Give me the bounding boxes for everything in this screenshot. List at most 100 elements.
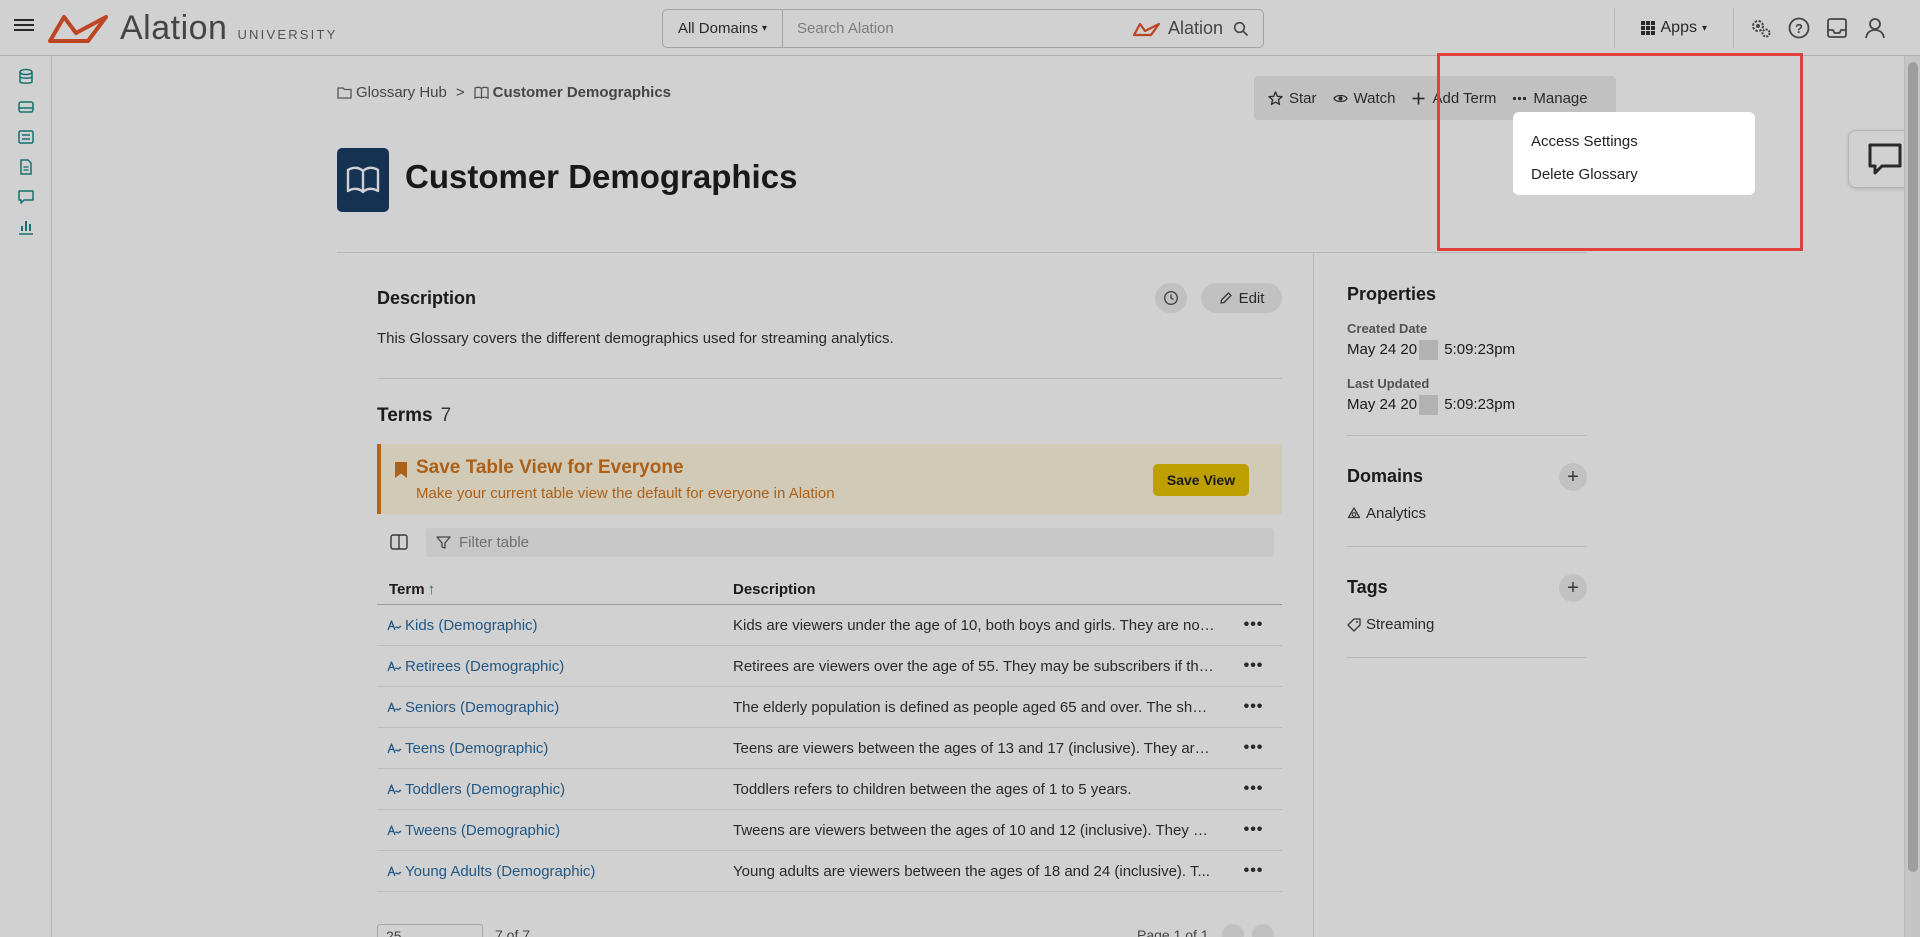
user-icon	[1865, 18, 1885, 39]
admin-settings-button[interactable]	[1742, 0, 1780, 56]
filter-table-input[interactable]	[459, 534, 1274, 551]
user-profile-button[interactable]	[1856, 0, 1894, 56]
table-row: Retirees (Demographic) Retirees are viewe…	[377, 646, 1282, 687]
star-button[interactable]: Star	[1268, 90, 1317, 107]
eye-icon	[1332, 94, 1348, 102]
column-header-term[interactable]: Term ↑	[377, 581, 733, 598]
open-book-icon	[346, 166, 380, 194]
table-row: Seniors (Demographic) The elderly populat…	[377, 687, 1282, 728]
tag-item[interactable]: Streaming	[1347, 616, 1587, 633]
search-input[interactable]	[783, 10, 1133, 47]
divider	[337, 252, 1587, 253]
rail-item-documents[interactable]	[0, 152, 52, 182]
term-link[interactable]: Toddlers (Demographic)	[377, 781, 733, 798]
term-icon	[387, 619, 402, 630]
domain-select-label: All Domains	[677, 20, 758, 37]
chat-bubble-icon	[18, 190, 34, 204]
divider	[1347, 546, 1587, 547]
more-horizontal-icon: •••	[1243, 862, 1264, 879]
term-description: Toddlers refers to children between the …	[733, 780, 1132, 798]
row-more-actions-button[interactable]: •••	[1225, 862, 1282, 880]
domain-label: Analytics	[1366, 505, 1427, 522]
search-brand: Alation	[1132, 18, 1223, 39]
created-date-suffix: 5:09:23pm	[1440, 340, 1516, 358]
domain-item[interactable]: Analytics	[1347, 505, 1587, 522]
top-navigation-bar: Alation UNIVERSITY All Domains ▾ Alation…	[0, 0, 1920, 56]
rail-item-conversations[interactable]	[0, 182, 52, 212]
row-more-actions-button[interactable]: •••	[1225, 616, 1282, 634]
brand-subtitle: UNIVERSITY	[237, 26, 338, 42]
column-settings-button[interactable]	[383, 528, 415, 556]
bar-chart-icon	[19, 221, 33, 235]
help-button[interactable]: ?	[1780, 0, 1818, 56]
page-indicator: Page 1 of 1	[1137, 927, 1209, 937]
terms-count: 7	[440, 405, 452, 426]
term-link[interactable]: Seniors (Demographic)	[377, 699, 733, 716]
term-description: Teens are viewers between the ages of 13…	[733, 739, 1225, 757]
edit-description-button[interactable]: Edit	[1201, 283, 1282, 313]
svg-text:?: ?	[1795, 21, 1803, 36]
row-more-actions-button[interactable]: •••	[1225, 780, 1282, 798]
tag-icon	[1347, 617, 1361, 632]
next-page-button[interactable]	[1252, 924, 1274, 937]
apps-menu-button[interactable]: Apps ▾	[1615, 19, 1734, 37]
term-link[interactable]: Kids (Demographic)	[377, 617, 733, 634]
add-tag-button[interactable]: +	[1559, 574, 1587, 602]
domains-header: Domains +	[1347, 463, 1587, 491]
alation-logo[interactable]: Alation UNIVERSITY	[48, 8, 337, 48]
created-date-prefix: May 24 20	[1347, 340, 1418, 358]
term-link[interactable]: Tweens (Demographic)	[377, 822, 733, 839]
more-horizontal-icon: •••	[1243, 780, 1264, 797]
domain-select[interactable]: All Domains ▾	[663, 10, 783, 47]
save-view-button[interactable]: Save View	[1153, 464, 1249, 496]
row-more-actions-button[interactable]: •••	[1225, 657, 1282, 675]
term-description: The elderly population is defined as peo…	[733, 698, 1218, 716]
tags-heading: Tags	[1347, 577, 1388, 597]
glossary-icon	[337, 148, 389, 212]
save-view-banner: Save Table View for Everyone Make your c…	[377, 444, 1282, 514]
table-row: Young Adults (Demographic) Young adults a…	[377, 851, 1282, 892]
clock-icon	[1163, 290, 1179, 306]
breadcrumb-glossary-hub[interactable]: Glossary Hub	[356, 84, 447, 101]
document-icon	[20, 159, 32, 175]
add-domain-button[interactable]: +	[1559, 463, 1587, 491]
inbox-button[interactable]	[1818, 0, 1856, 56]
star-icon	[1268, 90, 1283, 105]
created-date-value: May 24 20 5:09:23pm	[1347, 340, 1587, 360]
rail-item-data-sources[interactable]	[0, 62, 52, 92]
term-link[interactable]: Retirees (Demographic)	[377, 658, 733, 675]
banner-subtitle: Make your current table view the default…	[416, 485, 835, 502]
search-icon[interactable]	[1233, 21, 1249, 37]
term-description: Young adults are viewers between the age…	[733, 862, 1210, 880]
more-horizontal-icon: •••	[1243, 698, 1264, 715]
row-more-actions-button[interactable]: •••	[1225, 821, 1282, 839]
rail-item-catalog-sets[interactable]	[0, 122, 52, 152]
term-link[interactable]: Young Adults (Demographic)	[377, 863, 733, 880]
created-date-label: Created Date	[1347, 321, 1428, 336]
history-button[interactable]	[1155, 283, 1187, 313]
prev-page-button[interactable]	[1222, 924, 1244, 937]
table-header: Term ↑ Description	[377, 575, 1282, 605]
hamburger-menu-icon[interactable]	[14, 16, 34, 36]
column-header-description[interactable]: Description	[733, 581, 816, 598]
breadcrumb: Glossary Hub > Customer Demographics	[337, 84, 671, 101]
row-more-actions-button[interactable]: •••	[1225, 739, 1282, 757]
rail-item-analytics[interactable]	[0, 212, 52, 242]
pencil-icon	[1219, 292, 1232, 304]
term-icon	[387, 660, 402, 671]
more-horizontal-icon: •••	[1243, 821, 1264, 838]
row-more-actions-button[interactable]: •••	[1225, 698, 1282, 716]
last-updated-prefix: May 24 20	[1347, 395, 1418, 413]
page-scrollbar[interactable]	[1904, 56, 1920, 937]
rail-item-file-systems[interactable]	[0, 92, 52, 122]
scrollbar-thumb[interactable]	[1908, 62, 1918, 872]
divider	[1733, 8, 1734, 48]
global-search: All Domains ▾ Alation	[662, 9, 1264, 48]
watch-button[interactable]: Watch	[1332, 90, 1395, 107]
apps-label: Apps	[1660, 19, 1697, 36]
term-link[interactable]: Teens (Demographic)	[377, 740, 733, 757]
page-size-select[interactable]: 25	[377, 924, 483, 937]
page-title: Customer Demographics	[405, 158, 798, 195]
term-description: Tweens are viewers between the ages of 1…	[733, 821, 1218, 839]
book-icon	[473, 86, 489, 99]
